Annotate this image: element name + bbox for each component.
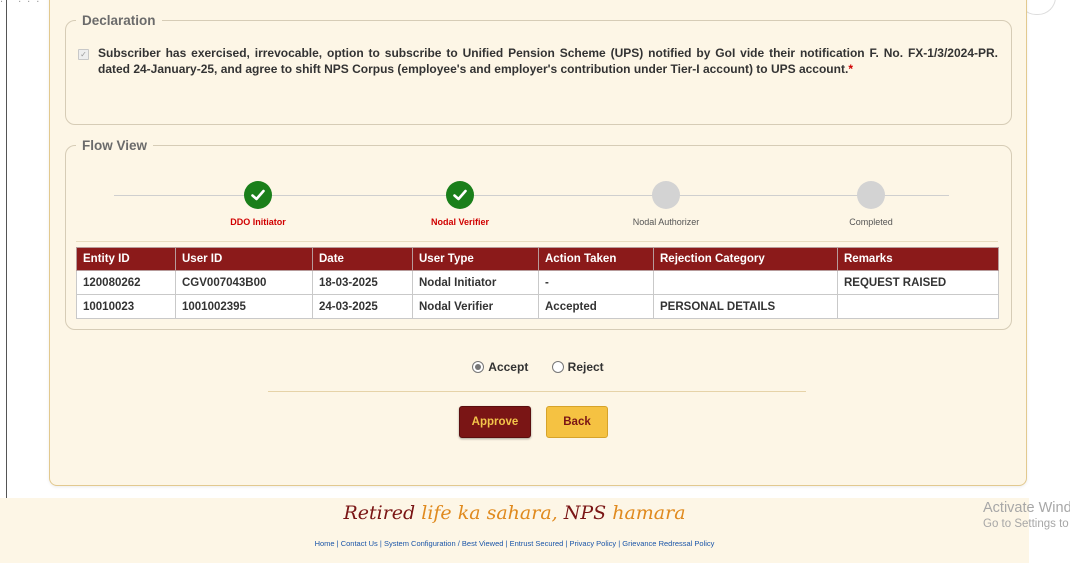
col-date: Date bbox=[312, 247, 413, 271]
accept-radio-dot[interactable] bbox=[472, 361, 485, 373]
decision-radio-group: Accept Reject bbox=[50, 360, 1026, 376]
step-3-label: Nodal Authorizer bbox=[632, 217, 700, 227]
declaration-text: Subscriber has exercised, irrevocable, o… bbox=[98, 46, 998, 77]
col-user-id: User ID bbox=[175, 247, 313, 271]
cell-date: 18-03-2025 bbox=[312, 270, 413, 295]
cell-rejection-category bbox=[653, 270, 838, 295]
cell-date: 24-03-2025 bbox=[312, 294, 413, 319]
table-header-row: Entity ID User ID Date User Type Action … bbox=[76, 247, 999, 271]
declaration-checkbox[interactable]: ✓ bbox=[78, 49, 89, 60]
cell-user-id: 1001002395 bbox=[175, 294, 313, 319]
footer-tagline: Retired life ka sahara, NPS hamara bbox=[0, 502, 1029, 524]
step-2-check-icon bbox=[446, 181, 474, 209]
cell-user-type: Nodal Verifier bbox=[412, 294, 539, 319]
cell-action-taken: - bbox=[538, 270, 654, 295]
col-rejection-category: Rejection Category bbox=[653, 247, 838, 271]
step-3-pending-icon bbox=[652, 181, 680, 209]
watermark-line-2: Go to Settings to activate Windows. bbox=[983, 518, 1070, 530]
declaration-row: ✓ Subscriber has exercised, irrevocable,… bbox=[78, 46, 998, 77]
table-row: 10010023 1001002395 24-03-2025 Nodal Ver… bbox=[76, 294, 999, 319]
step-1-label: DDO Initiator bbox=[230, 217, 286, 227]
tagline-part-4: hamara bbox=[612, 502, 686, 524]
form-panel: Declaration ✓ Subscriber has exercised, … bbox=[49, 0, 1027, 486]
cell-action-taken: Accepted bbox=[538, 294, 654, 319]
cell-remarks bbox=[837, 294, 999, 319]
tagline-part-1: Retired bbox=[343, 502, 422, 524]
back-button[interactable]: Back bbox=[546, 406, 608, 438]
accept-radio-label: Accept bbox=[488, 360, 529, 374]
footer-links: Home | Contact Us | System Configuration… bbox=[314, 539, 715, 548]
footer-link-home[interactable]: Home bbox=[315, 539, 335, 548]
cell-user-id: CGV007043B00 bbox=[175, 270, 313, 295]
step-1-check-icon bbox=[244, 181, 272, 209]
cell-user-type: Nodal Initiator bbox=[412, 270, 539, 295]
accept-radio[interactable]: Accept bbox=[472, 360, 528, 374]
reject-radio-label: Reject bbox=[567, 360, 604, 374]
cell-rejection-category: PERSONAL DETAILS bbox=[653, 294, 838, 319]
tagline-part-3: NPS bbox=[563, 502, 613, 524]
reject-radio[interactable]: Reject bbox=[551, 360, 604, 374]
step-4-label: Completed bbox=[849, 217, 893, 227]
flow-track-line bbox=[114, 195, 949, 196]
step-2-label: Nodal Verifier bbox=[430, 217, 490, 227]
footer-link-grievance[interactable]: Grievance Redressal Policy bbox=[622, 539, 714, 548]
declaration-legend: Declaration bbox=[82, 13, 156, 28]
step-4-pending-icon bbox=[857, 181, 885, 209]
declaration-section: Declaration ✓ Subscriber has exercised, … bbox=[65, 13, 1012, 125]
tagline-part-2: life ka sahara, bbox=[421, 502, 564, 524]
flow-divider bbox=[76, 241, 998, 242]
approve-button[interactable]: Approve bbox=[459, 406, 531, 438]
window-left-border bbox=[6, 0, 7, 563]
declaration-body: Subscriber has exercised, irrevocable, o… bbox=[98, 46, 998, 76]
right-margin bbox=[1029, 0, 1070, 563]
flow-view-section: Flow View DDO Initiator Nodal Verifier N… bbox=[65, 138, 1012, 330]
required-mark: * bbox=[848, 61, 853, 76]
page-footer: Retired life ka sahara, NPS hamara Home … bbox=[0, 498, 1029, 563]
activate-windows-watermark: Activate Windows Go to Settings to activ… bbox=[983, 500, 1070, 530]
table-row: 120080262 CGV007043B00 18-03-2025 Nodal … bbox=[76, 270, 999, 295]
cell-entity-id: 120080262 bbox=[76, 270, 176, 295]
cell-remarks: REQUEST RAISED bbox=[837, 270, 999, 295]
footer-link-system-config[interactable]: System Configuration / Best Viewed bbox=[384, 539, 504, 548]
reject-radio-dot[interactable] bbox=[551, 361, 564, 373]
footer-link-contact[interactable]: Contact Us bbox=[341, 539, 378, 548]
col-action-taken: Action Taken bbox=[538, 247, 654, 271]
cell-entity-id: 10010023 bbox=[76, 294, 176, 319]
col-entity-id: Entity ID bbox=[76, 247, 176, 271]
watermark-line-1: Activate Windows bbox=[983, 500, 1070, 516]
footer-link-entrust[interactable]: Entrust Secured bbox=[510, 539, 564, 548]
col-user-type: User Type bbox=[412, 247, 539, 271]
footer-link-privacy[interactable]: Privacy Policy bbox=[569, 539, 616, 548]
col-remarks: Remarks bbox=[837, 247, 999, 271]
flow-view-legend: Flow View bbox=[82, 138, 148, 153]
action-divider bbox=[268, 391, 806, 392]
flow-history-table: Entity ID User ID Date User Type Action … bbox=[76, 247, 999, 319]
